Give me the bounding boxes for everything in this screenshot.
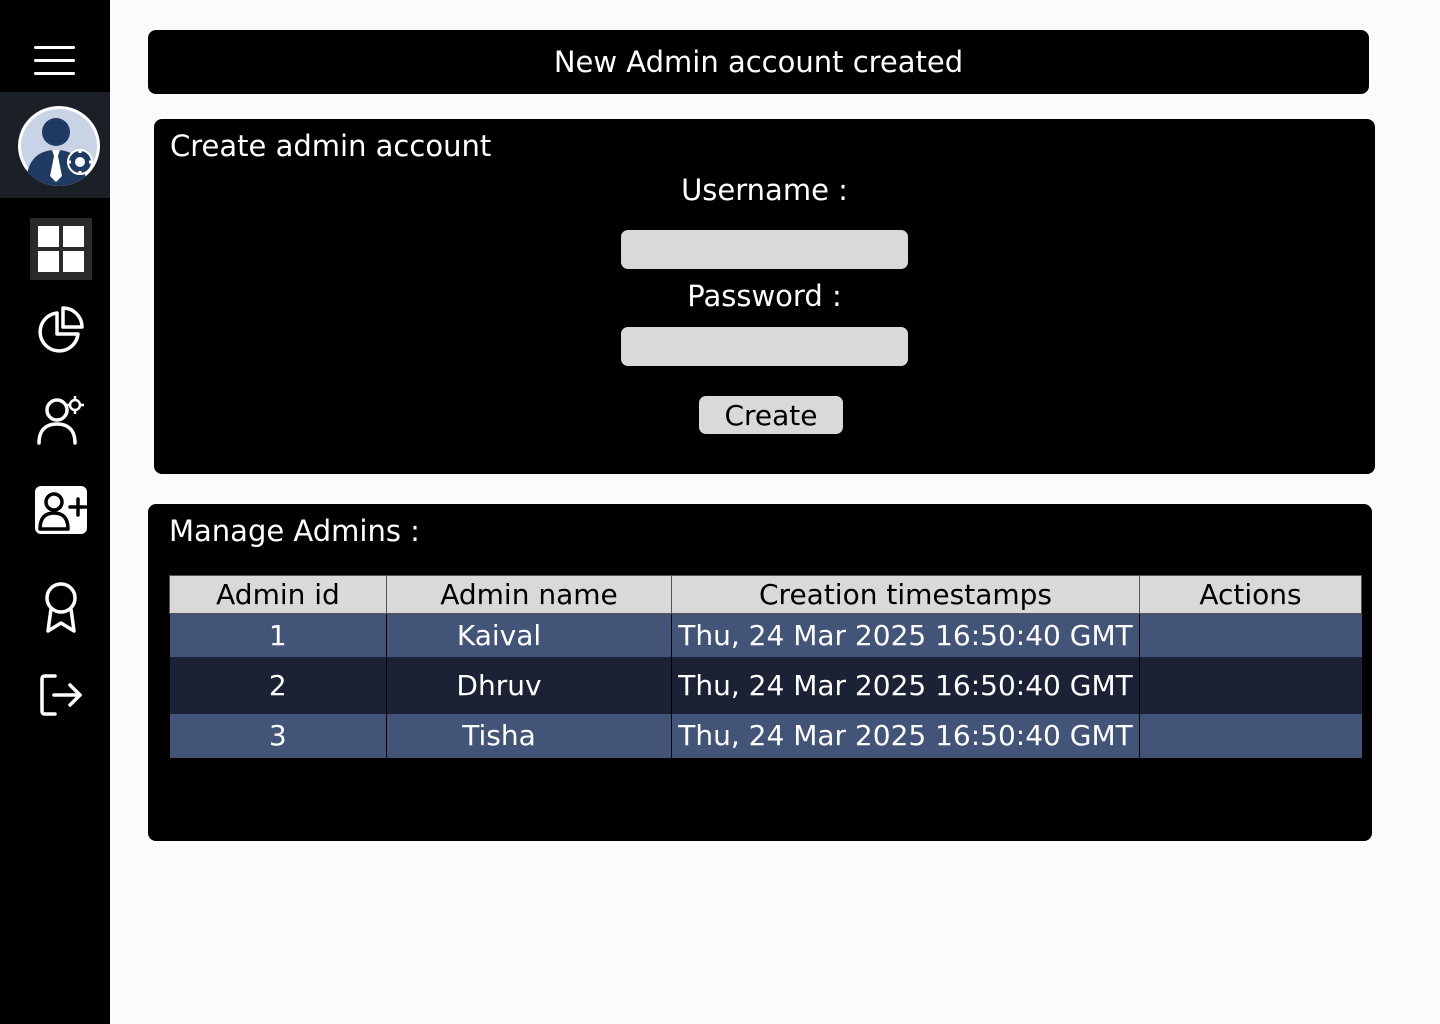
table-row: 2 Dhruv Thu, 24 Mar 2025 16:50:40 GMT	[169, 656, 1362, 714]
column-header-admin-name: Admin name	[386, 575, 672, 614]
username-input[interactable]	[621, 230, 908, 269]
award-ribbon-icon	[45, 582, 77, 633]
sidebar-item-admin-settings[interactable]	[30, 388, 92, 450]
admin-avatar-gear-icon[interactable]	[18, 106, 100, 186]
cell-admin-name: Kaival	[386, 613, 672, 657]
cell-admin-id: 2	[169, 656, 387, 714]
column-header-creation-timestamps: Creation timestamps	[671, 575, 1140, 614]
hamburger-menu-icon[interactable]	[34, 46, 75, 76]
pie-chart-icon	[38, 306, 84, 353]
manage-admins-panel: Manage Admins : Admin id Admin name Crea…	[148, 504, 1372, 841]
sidebar-item-statistics[interactable]	[30, 299, 92, 361]
dashboard-grid-icon	[38, 226, 84, 272]
cell-created: Thu, 24 Mar 2025 16:50:40 GMT	[671, 613, 1140, 657]
manage-admins-title: Manage Admins :	[169, 514, 420, 548]
sidebar-item-logout[interactable]	[30, 664, 92, 726]
avatar-container	[0, 92, 110, 198]
table-row: 3 Tisha Thu, 24 Mar 2025 16:50:40 GMT	[169, 713, 1362, 758]
admins-table: Admin id Admin name Creation timestamps …	[169, 575, 1362, 758]
success-banner: New Admin account created	[148, 30, 1369, 94]
cell-actions[interactable]	[1139, 613, 1362, 657]
sidebar-item-add-admin[interactable]	[30, 479, 92, 541]
sidebar	[0, 0, 110, 1024]
cell-actions[interactable]	[1139, 656, 1362, 714]
table-header-row: Admin id Admin name Creation timestamps …	[169, 575, 1362, 614]
password-input[interactable]	[621, 327, 908, 366]
password-label: Password :	[687, 279, 842, 313]
create-button[interactable]: Create	[699, 396, 843, 434]
user-settings-icon	[37, 396, 84, 445]
cell-admin-name: Tisha	[386, 713, 672, 758]
cell-created: Thu, 24 Mar 2025 16:50:40 GMT	[671, 713, 1140, 758]
cell-admin-id: 3	[169, 713, 387, 758]
cell-created: Thu, 24 Mar 2025 16:50:40 GMT	[671, 656, 1140, 714]
column-header-actions: Actions	[1139, 575, 1362, 614]
cell-admin-id: 1	[169, 613, 387, 657]
cell-actions[interactable]	[1139, 713, 1362, 758]
create-admin-panel: Create admin account Username : Password…	[154, 119, 1375, 474]
add-user-icon	[35, 486, 88, 534]
sidebar-item-awards[interactable]	[30, 576, 92, 638]
sidebar-item-dashboard[interactable]	[30, 218, 92, 280]
table-row: 1 Kaival Thu, 24 Mar 2025 16:50:40 GMT	[169, 613, 1362, 657]
column-header-admin-id: Admin id	[169, 575, 387, 614]
cell-admin-name: Dhruv	[386, 656, 672, 714]
create-admin-title: Create admin account	[170, 129, 492, 163]
logout-icon	[40, 674, 82, 716]
banner-message: New Admin account created	[553, 45, 964, 79]
username-label: Username :	[681, 173, 848, 207]
